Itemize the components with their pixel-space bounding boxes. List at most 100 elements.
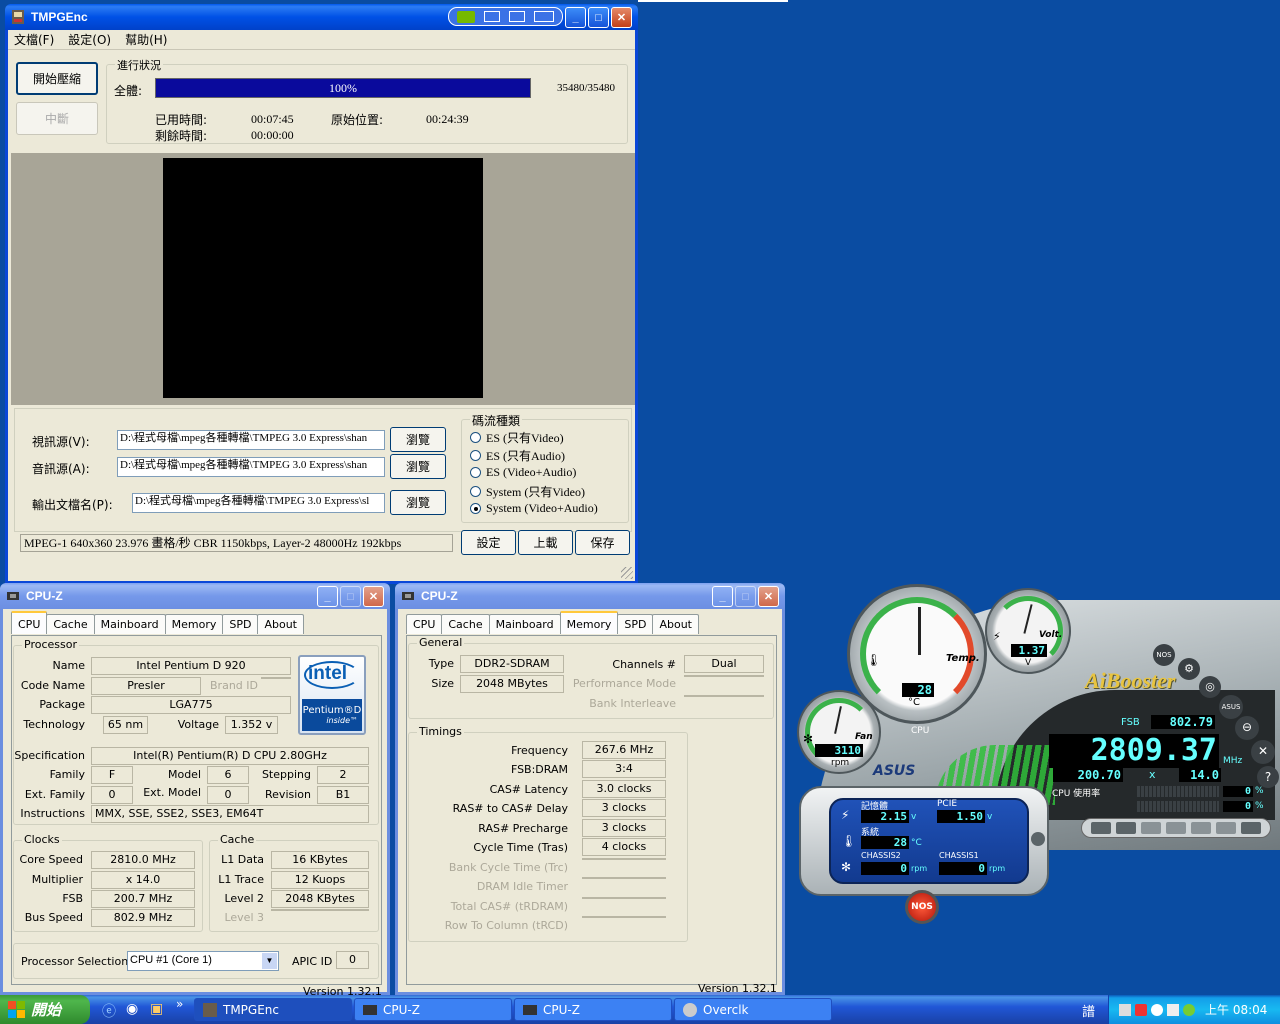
tab-cpu[interactable]: CPU: [406, 614, 443, 634]
settings-dial-button[interactable]: ◎: [1199, 676, 1221, 698]
radio-dot[interactable]: [470, 467, 481, 478]
l1data-label: L1 Data: [221, 853, 264, 866]
tab-about[interactable]: About: [652, 614, 699, 634]
menu-settings[interactable]: 設定(O): [68, 31, 111, 48]
tab-mainboard[interactable]: Mainboard: [93, 614, 166, 634]
quicklaunch-more[interactable]: »: [176, 997, 183, 1011]
browse-audio-button[interactable]: 瀏覽: [390, 454, 446, 479]
minimize-round-button[interactable]: ⊖: [1235, 716, 1259, 740]
close-button[interactable]: ✕: [363, 586, 384, 607]
start-encode-button[interactable]: 開始壓縮: [16, 62, 98, 95]
minimize-button[interactable]: _: [317, 586, 338, 607]
chevron-down-icon[interactable]: ▼: [262, 953, 277, 969]
radio-system-video[interactable]: System (只有Video): [470, 483, 585, 500]
resize-window-icon[interactable]: [533, 11, 554, 22]
cpuz-memory-titlebar[interactable]: CPU-Z _ □ ✕: [395, 583, 785, 609]
subpanel-knob[interactable]: [1031, 832, 1045, 846]
trc-value: [582, 858, 666, 860]
l1data-value: 16 KBytes: [271, 851, 369, 869]
load-button[interactable]: 上載: [518, 530, 573, 555]
ime-indicator[interactable]: 譜: [1082, 1001, 1095, 1020]
tab-mainboard[interactable]: Mainboard: [488, 614, 561, 634]
toolbar-icon-2[interactable]: [1115, 822, 1136, 834]
tray-clock[interactable]: 上午 08:04: [1205, 1001, 1267, 1018]
tab-spd[interactable]: SPD: [222, 614, 259, 634]
output-file-input[interactable]: D:\程式母檔\mpeg各種轉檔\TMPEG 3.0 Express\sl: [132, 493, 385, 513]
close-button[interactable]: ✕: [611, 7, 632, 28]
radio-system-video-audio[interactable]: System (Video+Audio): [470, 501, 598, 516]
nos-small-button[interactable]: NOS: [1153, 644, 1175, 666]
resize-grip[interactable]: [621, 567, 633, 579]
move-window-icon[interactable]: [508, 11, 525, 22]
taskbar-item-cpuz-1[interactable]: CPU-Z: [354, 998, 512, 1021]
maximize-button[interactable]: □: [588, 7, 609, 28]
tab-memory[interactable]: Memory: [164, 614, 224, 634]
tray-icon-volume[interactable]: [1167, 1003, 1179, 1016]
toolbar-icon-6[interactable]: [1216, 822, 1237, 834]
help-round-button[interactable]: ?: [1257, 766, 1279, 788]
radio-es-audio[interactable]: ES (只有Audio): [470, 447, 565, 464]
radio-es-video[interactable]: ES (只有Video): [470, 429, 564, 446]
technology-value: 65 nm: [103, 716, 148, 734]
radio-dot[interactable]: [470, 450, 481, 461]
chassis1-label: CHASSIS1: [939, 851, 979, 860]
tab-cache[interactable]: Cache: [46, 614, 95, 634]
tray-icon-msn[interactable]: [1183, 1003, 1195, 1016]
tab-spd[interactable]: SPD: [617, 614, 654, 634]
tray-icon-asus[interactable]: [1151, 1003, 1163, 1016]
asus-small-button[interactable]: ASUS: [1219, 695, 1243, 719]
inside-text: inside™: [326, 716, 358, 725]
tools-button[interactable]: ⚙: [1178, 658, 1200, 680]
toolbar-icon-1[interactable]: [1090, 822, 1111, 834]
close-button[interactable]: ✕: [758, 586, 779, 607]
ie-quicklaunch-icon[interactable]: ⓔ: [102, 1001, 116, 1021]
desktop-quicklaunch-icon[interactable]: ▣: [150, 1001, 163, 1017]
aibooster-toolbar: [1081, 818, 1271, 838]
output-file-label: 輸出文檔名(P):: [32, 498, 113, 512]
toolbar-icon-3[interactable]: [1140, 822, 1161, 834]
procsel-dropdown[interactable]: CPU #1 (Core 1) ▼: [127, 951, 279, 971]
settings-button[interactable]: 設定: [461, 530, 516, 555]
radio-dot[interactable]: [470, 486, 481, 497]
taskbar-item-overclk[interactable]: Overclk: [674, 998, 832, 1021]
l3-value: [271, 909, 369, 911]
cpuz-cpu-titlebar[interactable]: CPU-Z _ □ ✕: [0, 583, 390, 609]
browse-video-button[interactable]: 瀏覽: [390, 427, 446, 452]
radio-dot[interactable]: [470, 432, 481, 443]
tmpgenc-titlebar[interactable]: TMPGEnc _ □ ✕: [5, 4, 638, 30]
audio-source-input[interactable]: D:\程式母檔\mpeg各種轉檔\TMPEG 3.0 Express\shan: [117, 457, 385, 477]
menu-help[interactable]: 幫助(H): [125, 31, 167, 48]
minimize-button[interactable]: _: [565, 7, 586, 28]
tray-icon-network[interactable]: [1119, 1003, 1131, 1016]
nvidia-icon[interactable]: [457, 10, 476, 23]
perfmode-value: [684, 675, 764, 677]
ie2-quicklaunch-icon[interactable]: ◉: [126, 1001, 138, 1017]
browse-output-button[interactable]: 瀏覽: [390, 490, 446, 515]
radio-dot[interactable]: [470, 503, 481, 514]
tab-memory[interactable]: Memory: [559, 611, 619, 634]
video-source-input[interactable]: D:\程式母檔\mpeg各種轉檔\TMPEG 3.0 Express\shan: [117, 430, 385, 450]
close-round-button[interactable]: ✕: [1251, 740, 1275, 764]
fan-gauge: ✻ Fan 3110 rpm: [797, 690, 881, 774]
radio-es-video-audio[interactable]: ES (Video+Audio): [470, 465, 576, 480]
taskbar-item-tmpgenc[interactable]: TMPGEnc: [194, 998, 352, 1021]
nvidia-tray-buttons[interactable]: [448, 7, 563, 26]
tab-about[interactable]: About: [257, 614, 304, 634]
multiplier-readout: 14.0: [1179, 768, 1221, 782]
taskbar-item-cpuz-2[interactable]: CPU-Z: [514, 998, 672, 1021]
stop-button[interactable]: 中斷: [16, 102, 98, 135]
save-button[interactable]: 保存: [575, 530, 630, 555]
cpu-usage-bar-2: [1137, 801, 1219, 812]
nos-button[interactable]: NOS: [905, 890, 939, 924]
toolbar-icon-7[interactable]: [1241, 822, 1262, 834]
tab-cache[interactable]: Cache: [441, 614, 490, 634]
menu-file[interactable]: 文檔(F): [14, 31, 54, 48]
start-button[interactable]: 開始: [0, 995, 90, 1024]
tray-icon-security[interactable]: [1135, 1003, 1147, 1016]
cpuz-app-icon: [5, 588, 21, 604]
tab-cpu[interactable]: CPU: [11, 611, 48, 634]
toolbar-icon-5[interactable]: [1191, 822, 1212, 834]
minimize-button[interactable]: _: [712, 586, 733, 607]
toolbar-icon-4[interactable]: [1165, 822, 1186, 834]
minimize-tray-icon[interactable]: [484, 11, 501, 22]
